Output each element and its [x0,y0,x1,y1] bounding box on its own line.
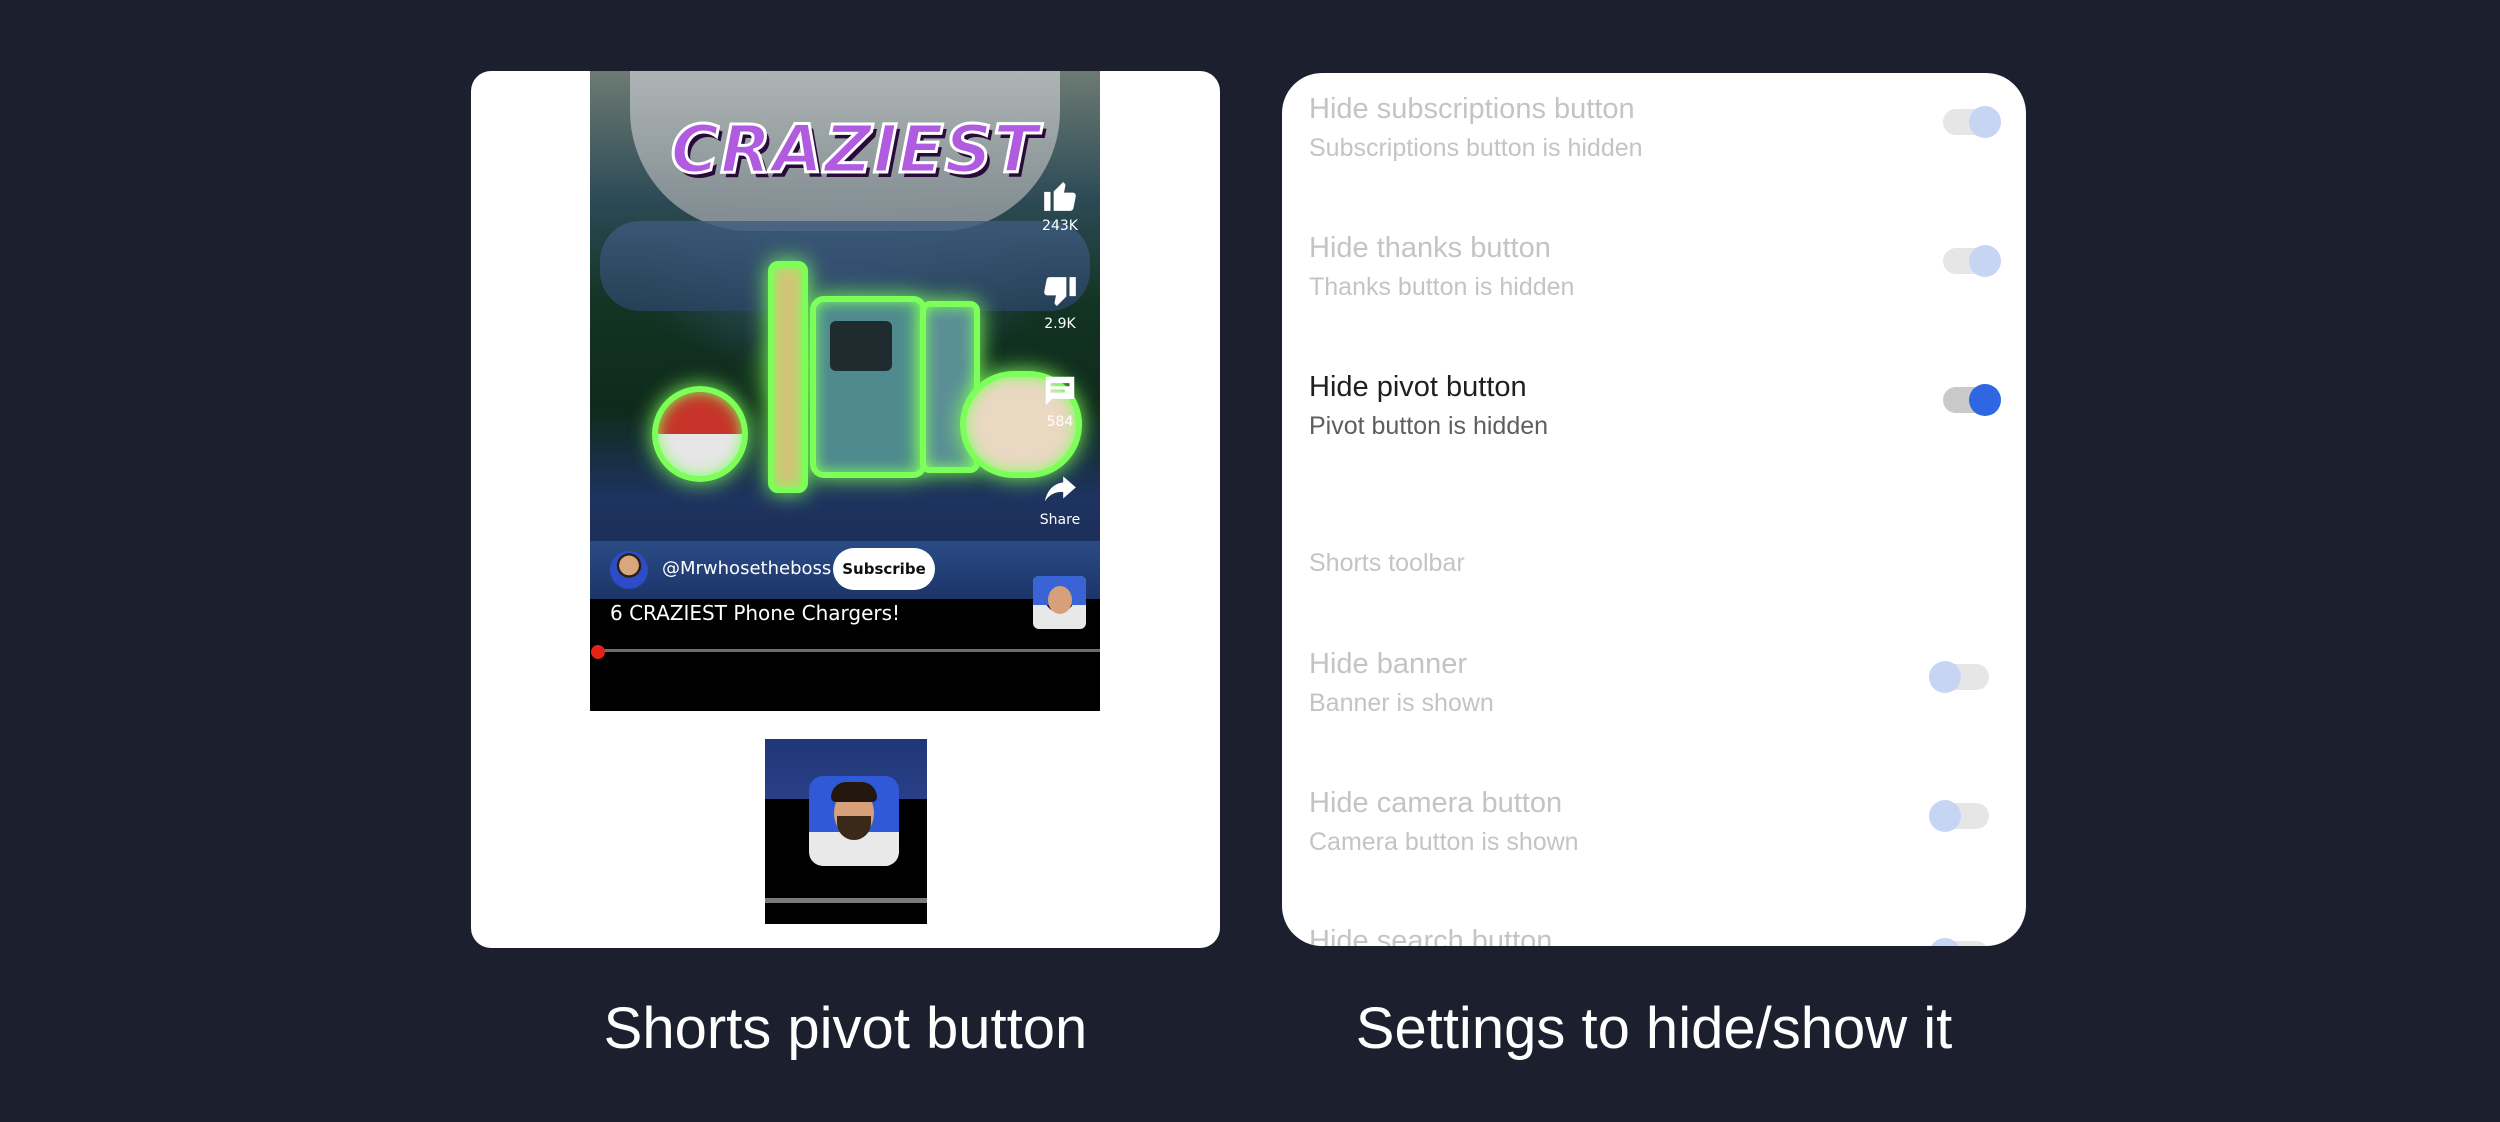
thumbnail-pokeball-shape [652,386,748,482]
pivot-zoom-progress [765,898,927,903]
avatar-hair-shape [831,782,877,802]
toggle-knob [1969,384,2001,416]
thumbnail-title-art: CRAZIEST [669,110,1040,190]
setting-subtitle: Camera button is shown [1309,828,1579,856]
channel-bar: @Mrwhosetheboss Subscribe [590,541,1100,599]
setting-hide-banner[interactable]: Hide banner Banner is shown [1309,648,1999,718]
setting-title: Hide banner [1309,648,1467,680]
thumbnail-wand-shape [768,261,808,493]
like-count: 243K [1042,218,1078,234]
setting-title: Hide camera button [1309,787,1563,819]
toggle-knob [1969,106,2001,138]
section-header-shorts-toolbar: Shorts toolbar [1309,549,1465,577]
toggle-switch[interactable] [1929,800,1989,832]
video-caption: 6 CRAZIEST Phone Chargers! [610,601,901,625]
setting-title: Hide thanks button [1309,232,1551,264]
toggle-switch[interactable] [1943,384,2001,416]
setting-hide-pivot[interactable]: Hide pivot button Pivot button is hidden [1309,371,2001,441]
thumbnail-console-screen [830,321,892,371]
setting-hide-thanks[interactable]: Hide thanks button Thanks button is hidd… [1309,232,2001,302]
progress-scrubber[interactable] [591,645,605,659]
like-button[interactable]: 243K [1030,176,1090,234]
toggle-switch[interactable] [1943,245,2001,277]
setting-subtitle: Thanks button is hidden [1309,273,1575,301]
comment-icon [1045,376,1075,406]
setting-title: Hide subscriptions button [1309,93,1635,125]
toggle-switch[interactable] [1929,938,1989,946]
toggle-knob [1969,245,2001,277]
dislike-button[interactable]: 2.9K [1030,274,1090,332]
right-panel-caption: Settings to hide/show it [1355,996,1953,1061]
setting-title: Hide search button [1309,925,1553,946]
left-panel-caption: Shorts pivot button [603,996,1088,1061]
settings-card: Hide subscriptions button Subscriptions … [1282,73,2026,946]
avatar-beard-shape [837,816,871,840]
toggle-knob [1929,800,1961,832]
thumbs-down-icon [1044,277,1076,306]
channel-avatar[interactable] [610,551,648,589]
share-icon [1044,476,1076,502]
progress-track[interactable] [598,649,1100,652]
toggle-switch[interactable] [1943,106,2001,138]
channel-handle[interactable]: @Mrwhosetheboss [662,558,831,579]
comment-count: 584 [1046,414,1074,430]
shorts-preview-card: CRAZIEST 243K 2.9K 584 Share @Mrwhosethe… [471,71,1220,948]
toggle-switch[interactable] [1929,661,1989,693]
setting-subtitle: Pivot button is hidden [1309,412,1549,440]
setting-hide-search[interactable]: Hide search button [1309,925,1999,946]
subscribe-button[interactable]: Subscribe [833,548,935,590]
setting-hide-camera[interactable]: Hide camera button Camera button is show… [1309,787,1999,857]
video-thumbnail-image: CRAZIEST [590,71,1100,591]
pivot-avatar-image [809,776,899,866]
setting-subtitle: Banner is shown [1309,689,1494,717]
pivot-button[interactable] [1033,576,1086,629]
setting-hide-subscriptions[interactable]: Hide subscriptions button Subscriptions … [1309,93,2001,163]
dislike-count: 2.9K [1044,316,1076,332]
setting-title: Hide pivot button [1309,371,1527,403]
toggle-knob [1929,661,1961,693]
share-button[interactable]: Share [1030,470,1090,528]
comments-button[interactable]: 584 [1030,372,1090,430]
thumbs-up-icon [1044,182,1076,211]
setting-subtitle: Subscriptions button is hidden [1309,134,1643,162]
pivot-button-zoom [765,739,927,924]
share-label: Share [1039,512,1081,528]
shorts-video-player[interactable]: CRAZIEST 243K 2.9K 584 Share @Mrwhosethe… [590,71,1100,711]
